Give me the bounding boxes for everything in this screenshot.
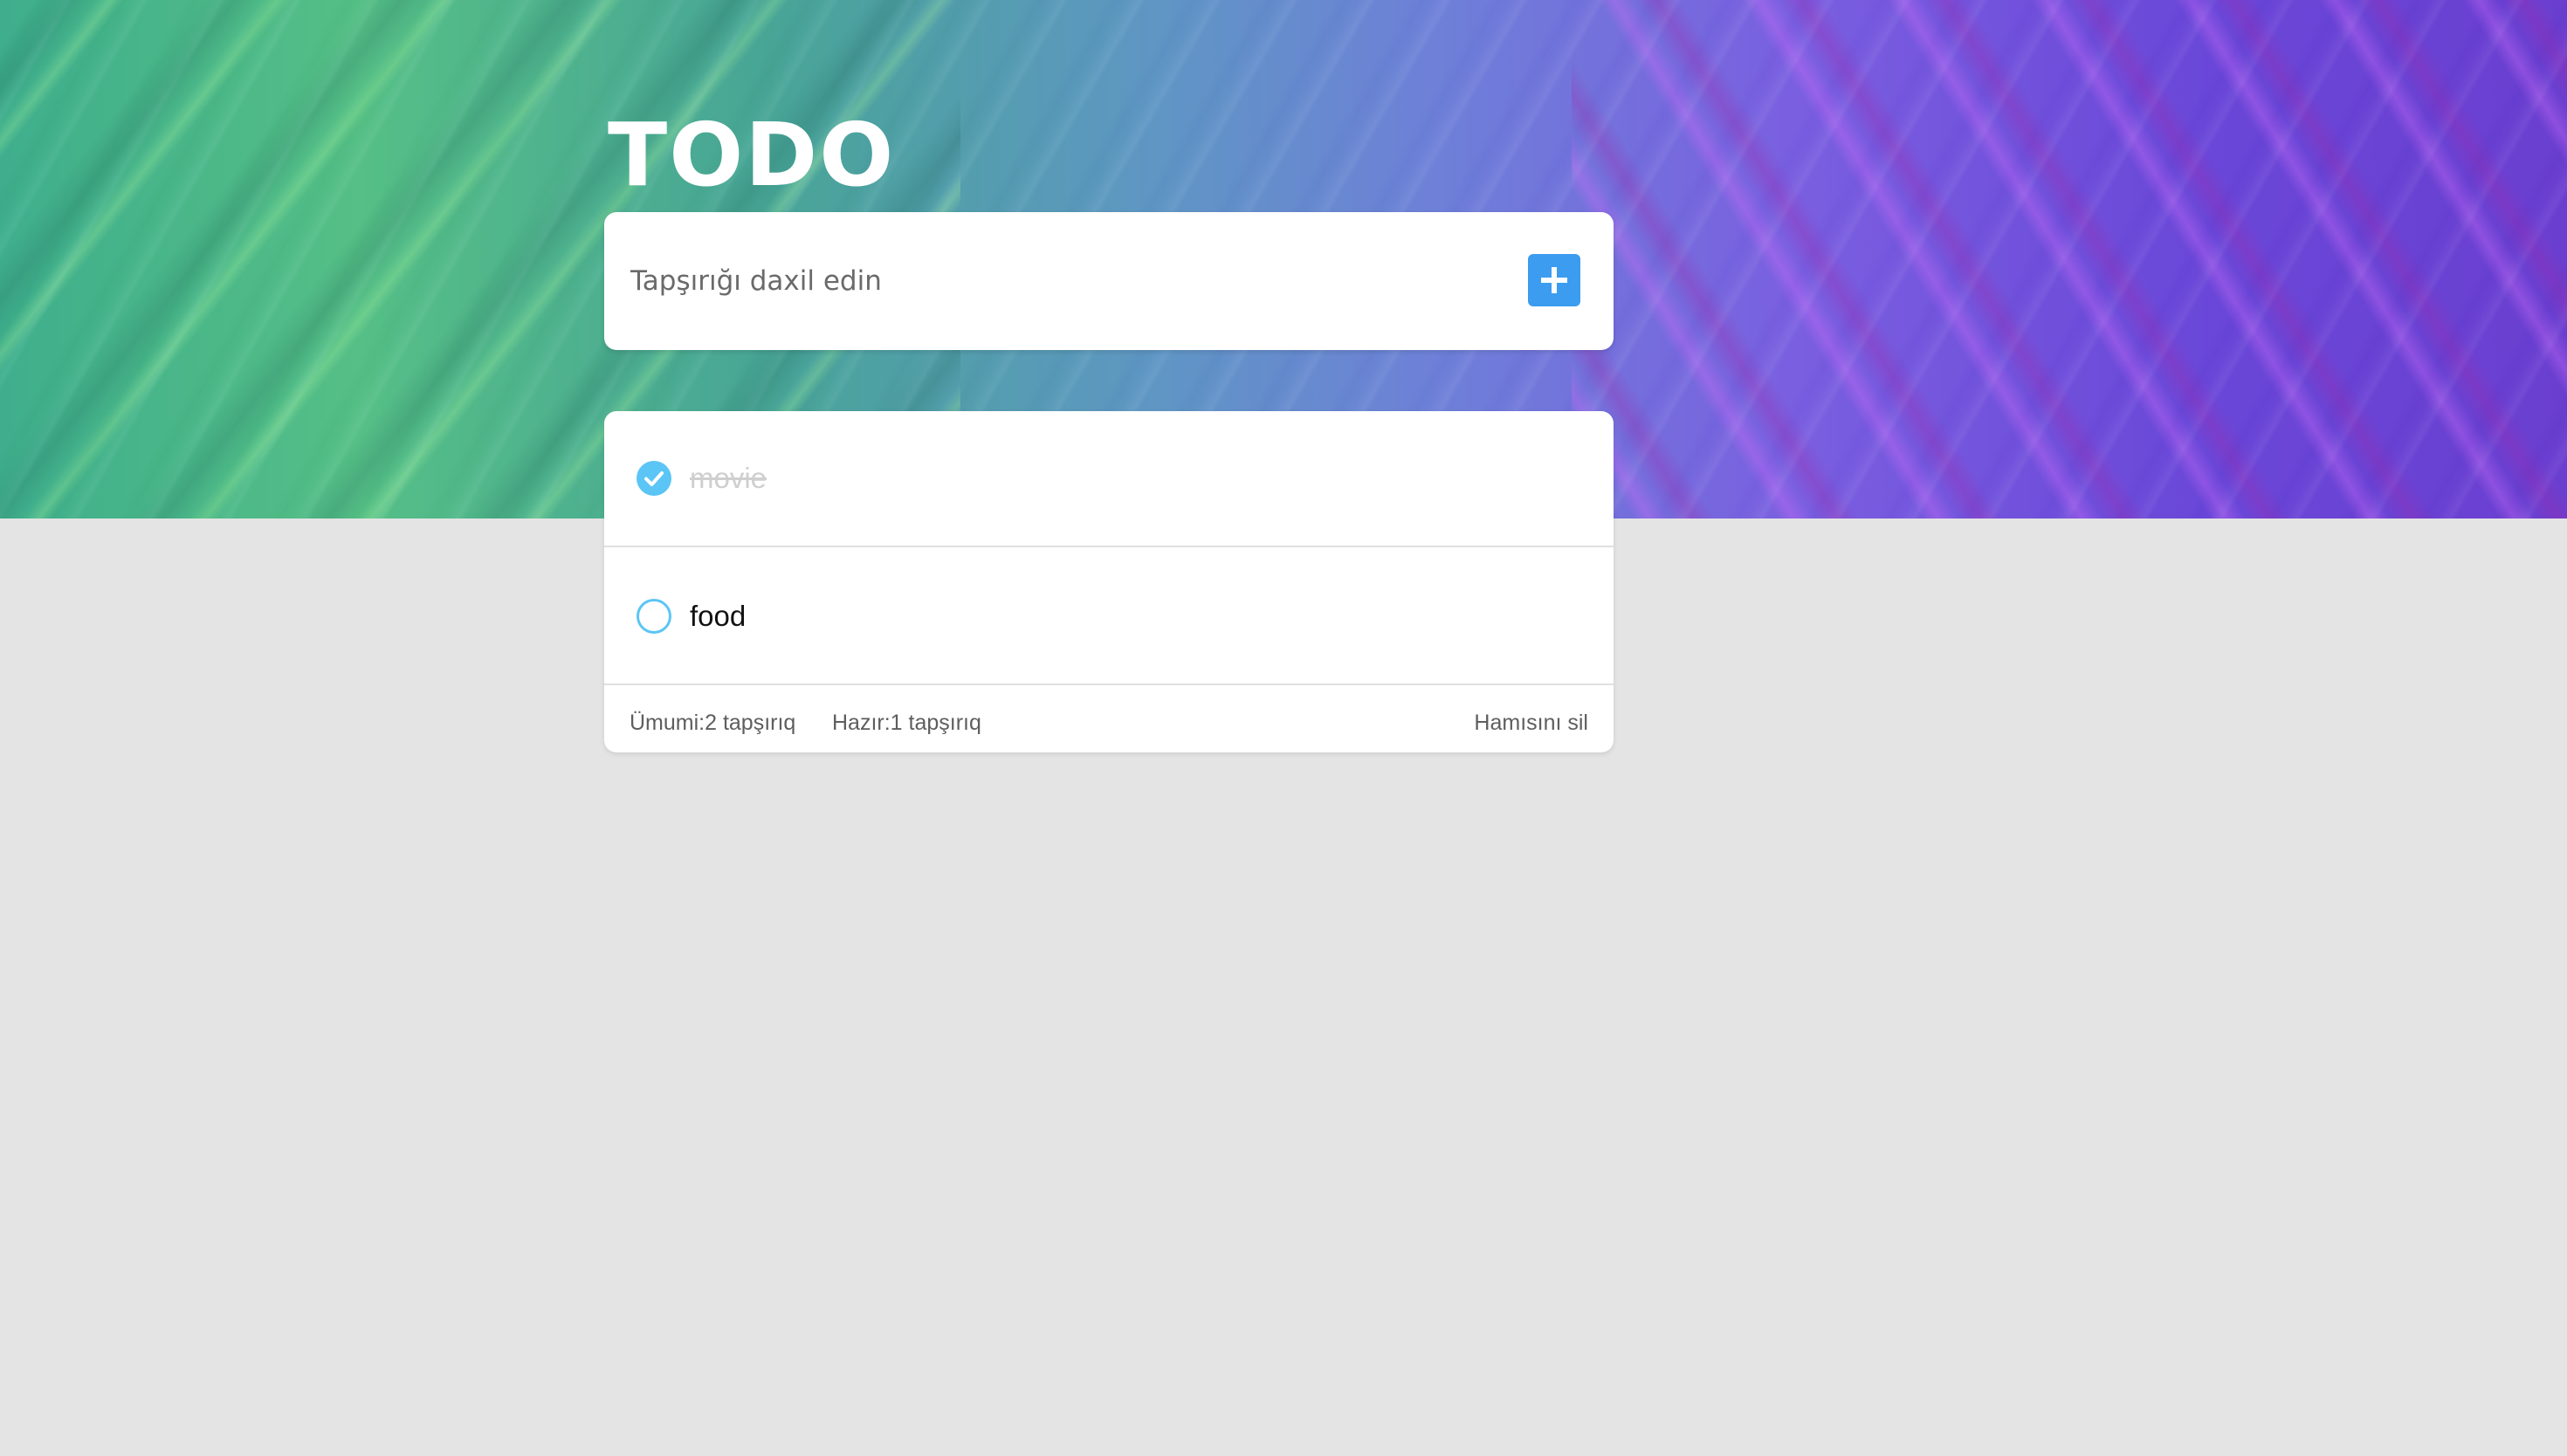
total-count: Ümumi:2 tapşırıq	[630, 711, 796, 735]
todo-item-text: food	[690, 600, 747, 632]
todo-item-text: movie	[690, 462, 767, 494]
todo-footer: Ümumi:2 tapşırıq Hazır:1 tapşırıq Hamısı…	[604, 687, 1614, 752]
task-input[interactable]	[630, 247, 1504, 315]
page-title: TODO	[608, 104, 896, 206]
todo-item[interactable]: movie	[604, 411, 1614, 547]
done-count: Hazır:1 tapşırıq	[832, 711, 981, 735]
plus-icon	[1541, 267, 1567, 293]
new-task-card	[604, 212, 1614, 350]
checked-circle-icon[interactable]	[636, 460, 672, 497]
todo-list: movie food Ümumi:2 tapşırıq Hazır:1 tapş…	[604, 411, 1614, 752]
unchecked-circle-icon[interactable]	[636, 598, 672, 635]
clear-all-button[interactable]: Hamısını sil	[1474, 710, 1588, 736]
todo-item[interactable]: food	[604, 549, 1614, 685]
add-task-button[interactable]	[1528, 254, 1580, 306]
